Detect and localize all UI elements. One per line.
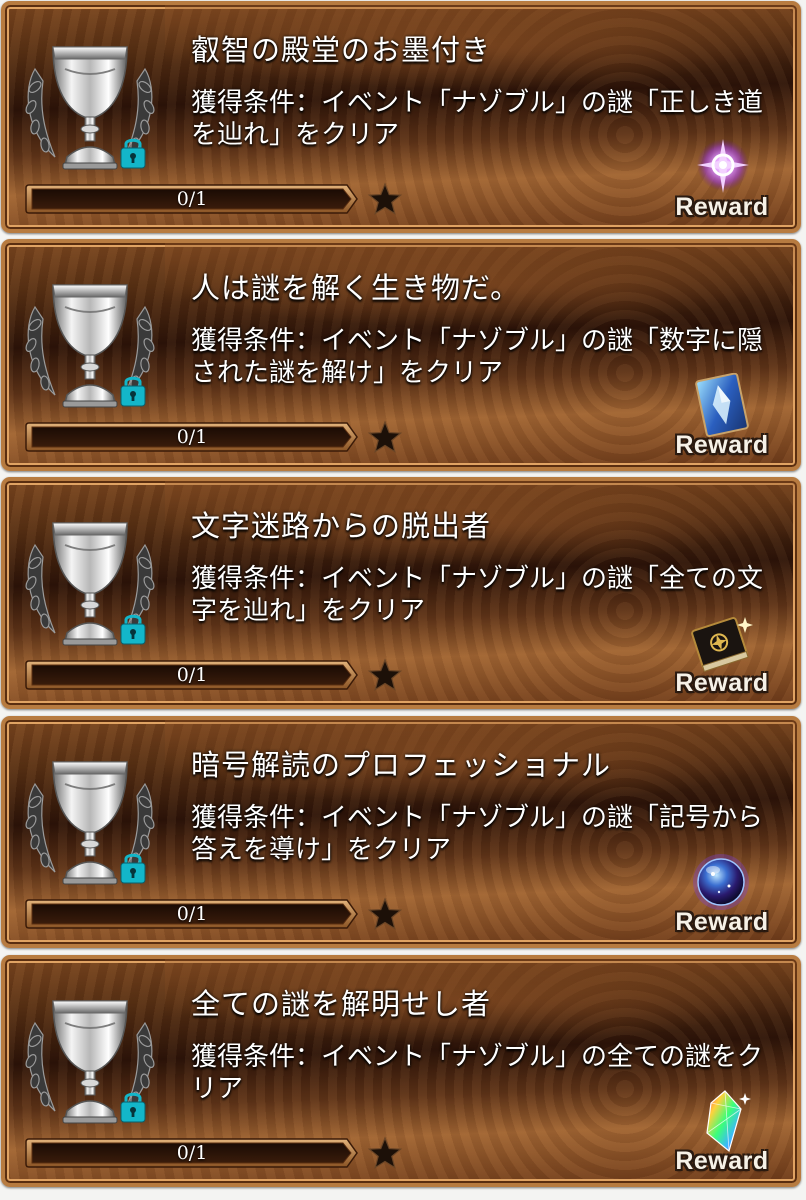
achievement-card[interactable]: 叡智の殿堂のお墨付き 獲得条件：イベント「ナゾブル」の謎「正しき道を辿れ」をクリ…	[1, 1, 801, 233]
reward-label: Reward	[675, 1147, 769, 1175]
achievement-title: 文字迷路からの脱出者	[191, 509, 492, 543]
lock-icon	[119, 135, 147, 169]
reward-label: Reward	[675, 669, 769, 697]
achievement-list: 叡智の殿堂のお墨付き 獲得条件：イベント「ナゾブル」の謎「正しき道を辿れ」をクリ…	[0, 0, 806, 1200]
star-icon	[367, 896, 403, 932]
reward-label: Reward	[675, 908, 769, 936]
lock-icon	[119, 850, 147, 884]
achievement-card[interactable]: 人は謎を解く生き物だ。 獲得条件：イベント「ナゾブル」の謎「数字に隠された謎を解…	[1, 239, 801, 471]
star-icon	[367, 181, 403, 217]
crystal-card-icon	[685, 372, 757, 437]
star-icon	[367, 1135, 403, 1171]
progress-text: 0/1	[176, 426, 208, 448]
star-icon	[367, 419, 403, 455]
lock-icon	[119, 1089, 147, 1123]
star-icon	[367, 657, 403, 693]
reward-button[interactable]: Reward	[667, 850, 777, 942]
lock-icon	[119, 611, 147, 645]
reward-label: Reward	[675, 193, 769, 221]
achievement-title: 暗号解読のプロフェッショナル	[191, 748, 612, 782]
achievement-card[interactable]: 全ての謎を解明せし者 獲得条件：イベント「ナゾブル」の全ての謎をクリア 0/1 …	[1, 955, 801, 1187]
reward-label: Reward	[675, 431, 769, 459]
reward-button[interactable]: Reward	[667, 611, 777, 703]
progress-text: 0/1	[176, 188, 208, 210]
achievement-card[interactable]: 暗号解読のプロフェッショナル 獲得条件：イベント「ナゾブル」の謎「記号から答えを…	[1, 716, 801, 948]
progress-text: 0/1	[176, 903, 208, 925]
dark-tome-icon	[685, 611, 757, 675]
achievement-title: 叡智の殿堂のお墨付き	[191, 33, 492, 67]
achievement-title: 人は謎を解く生き物だ。	[191, 271, 521, 305]
achievement-title: 全ての謎を解明せし者	[191, 987, 492, 1021]
reward-button[interactable]: Reward	[667, 135, 777, 227]
progress-text: 0/1	[176, 1142, 208, 1164]
cosmic-orb-icon	[685, 850, 757, 914]
lock-icon	[119, 373, 147, 407]
reward-button[interactable]: Reward	[667, 372, 777, 465]
progress-text: 0/1	[176, 664, 208, 686]
purple-sparkle-icon	[685, 135, 757, 199]
reward-button[interactable]: Reward	[667, 1089, 777, 1181]
achievement-card[interactable]: 文字迷路からの脱出者 獲得条件：イベント「ナゾブル」の謎「全ての文字を辿れ」をク…	[1, 477, 801, 709]
rainbow-gem-icon	[685, 1089, 757, 1153]
